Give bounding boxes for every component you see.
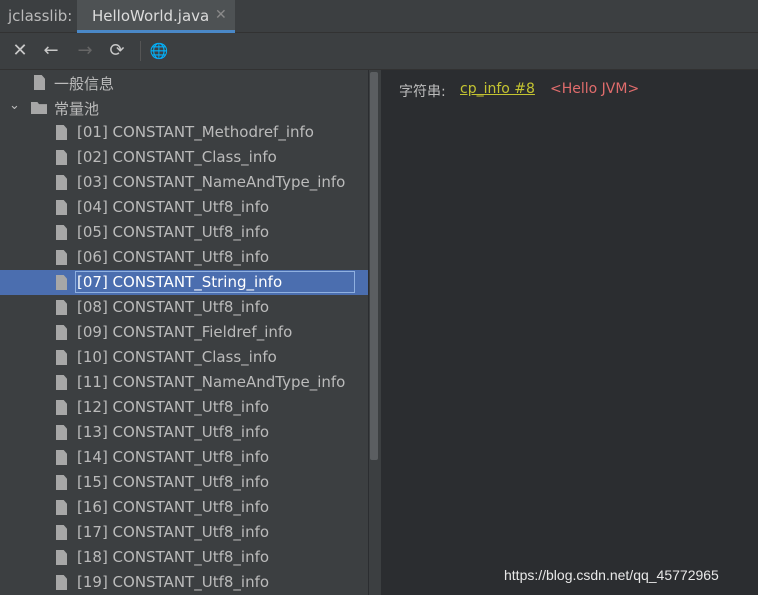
tree-item-constant-pool[interactable]: ⌄ 常量池 xyxy=(0,95,368,120)
tree-item-label: [09] CONSTANT_Fieldref_info xyxy=(77,323,293,341)
tree-item-constant[interactable]: [07] CONSTANT_String_info xyxy=(0,270,368,295)
file-icon xyxy=(56,450,67,465)
tree-item-constant[interactable]: [05] CONSTANT_Utf8_info xyxy=(0,220,368,245)
file-icon xyxy=(34,75,45,90)
tree-item-label: [17] CONSTANT_Utf8_info xyxy=(77,523,270,541)
tree-item-label: [12] CONSTANT_Utf8_info xyxy=(77,398,270,416)
tree-item-constant[interactable]: [17] CONSTANT_Utf8_info xyxy=(0,520,368,545)
detail-pane: 字符串: cp_info #8 <Hello JVM> https://blog… xyxy=(381,70,758,595)
tree-item-label: 常量池 xyxy=(54,100,100,118)
tool-window-title: jclasslib: xyxy=(8,7,73,25)
tree-item-label: 一般信息 xyxy=(54,75,115,93)
tree-item-constant[interactable]: [12] CONSTANT_Utf8_info xyxy=(0,395,368,420)
tree-item-constant[interactable]: [01] CONSTANT_Methodref_info xyxy=(0,120,368,145)
file-icon xyxy=(56,425,67,440)
back-arrow-icon[interactable]: ← xyxy=(40,40,62,62)
cp-info-link[interactable]: cp_info #8 xyxy=(460,81,535,97)
close-tab-icon[interactable]: ✕ xyxy=(215,7,227,23)
string-label: 字符串: xyxy=(399,84,446,100)
toolbar-separator xyxy=(140,41,141,61)
tree-item-general-info[interactable]: 一般信息 xyxy=(0,70,368,95)
watermark: https://blog.csdn.net/qq_45772965 xyxy=(504,567,719,583)
file-icon xyxy=(56,275,67,290)
file-icon xyxy=(56,500,67,515)
tree-item-label: [03] CONSTANT_NameAndType_info xyxy=(77,173,346,191)
file-icon xyxy=(56,525,67,540)
tree-item-constant[interactable]: [02] CONSTANT_Class_info xyxy=(0,145,368,170)
tree-item-constant[interactable]: [09] CONSTANT_Fieldref_info xyxy=(0,320,368,345)
file-icon xyxy=(56,400,67,415)
tree-item-label: [11] CONSTANT_NameAndType_info xyxy=(77,373,346,391)
toolbar: ✕ ← → ⟳ 🌐 xyxy=(0,33,758,70)
scrollbar-thumb[interactable] xyxy=(370,72,378,460)
tree-item-constant[interactable]: [10] CONSTANT_Class_info xyxy=(0,345,368,370)
tree-item-label: [10] CONSTANT_Class_info xyxy=(77,348,277,366)
browser-globe-icon[interactable]: 🌐 xyxy=(148,40,170,62)
tree-scrollbar[interactable] xyxy=(369,70,381,595)
tree-item-constant[interactable]: [14] CONSTANT_Utf8_info xyxy=(0,445,368,470)
tab-bar: jclasslib: HelloWorld.java ✕ xyxy=(0,0,758,33)
tree-item-constant[interactable]: [08] CONSTANT_Utf8_info xyxy=(0,295,368,320)
tree-item-constant[interactable]: [13] CONSTANT_Utf8_info xyxy=(0,420,368,445)
tree-item-label: [19] CONSTANT_Utf8_info xyxy=(77,573,270,591)
file-icon xyxy=(56,175,67,190)
file-icon xyxy=(56,200,67,215)
file-icon xyxy=(56,225,67,240)
tree-item-label: [08] CONSTANT_Utf8_info xyxy=(77,298,270,316)
file-icon xyxy=(56,250,67,265)
tree-item-label: [18] CONSTANT_Utf8_info xyxy=(77,548,270,566)
tab-helloworld[interactable]: HelloWorld.java ✕ xyxy=(77,0,235,33)
folder-icon xyxy=(31,102,47,114)
tree-item-constant[interactable]: [04] CONSTANT_Utf8_info xyxy=(0,195,368,220)
file-icon xyxy=(56,550,67,565)
file-icon xyxy=(56,350,67,365)
file-icon xyxy=(56,475,67,490)
tree-item-constant[interactable]: [03] CONSTANT_NameAndType_info xyxy=(0,170,368,195)
tree-item-label: [04] CONSTANT_Utf8_info xyxy=(77,198,270,216)
tree-item-constant[interactable]: [16] CONSTANT_Utf8_info xyxy=(0,495,368,520)
tree-item-label: [14] CONSTANT_Utf8_info xyxy=(77,448,270,466)
tree-item-label: [13] CONSTANT_Utf8_info xyxy=(77,423,270,441)
file-icon xyxy=(56,125,67,140)
tree-item-label: [05] CONSTANT_Utf8_info xyxy=(77,223,270,241)
close-icon[interactable]: ✕ xyxy=(9,40,31,62)
refresh-icon[interactable]: ⟳ xyxy=(106,40,128,62)
tree-item-label: [01] CONSTANT_Methodref_info xyxy=(77,123,314,141)
file-icon xyxy=(56,375,67,390)
tree-item-constant[interactable]: [19] CONSTANT_Utf8_info xyxy=(0,570,368,595)
tree-item-constant[interactable]: [15] CONSTANT_Utf8_info xyxy=(0,470,368,495)
tree-item-label: [07] CONSTANT_String_info xyxy=(77,273,283,291)
class-structure-tree[interactable]: 一般信息 ⌄ 常量池 [01] CONSTANT_Methodref_info [… xyxy=(0,70,368,595)
tab-label: HelloWorld.java xyxy=(92,7,210,25)
file-icon xyxy=(56,150,67,165)
tree-item-constant[interactable]: [11] CONSTANT_NameAndType_info xyxy=(0,370,368,395)
file-icon xyxy=(56,300,67,315)
tree-item-label: [15] CONSTANT_Utf8_info xyxy=(77,473,270,491)
chevron-down-icon[interactable]: ⌄ xyxy=(9,98,20,113)
tree-item-label: [02] CONSTANT_Class_info xyxy=(77,148,277,166)
file-icon xyxy=(56,325,67,340)
string-value: <Hello JVM> xyxy=(550,81,640,97)
tree-item-constant[interactable]: [06] CONSTANT_Utf8_info xyxy=(0,245,368,270)
tree-item-label: [16] CONSTANT_Utf8_info xyxy=(77,498,270,516)
forward-arrow-icon[interactable]: → xyxy=(74,40,96,62)
tree-item-constant[interactable]: [18] CONSTANT_Utf8_info xyxy=(0,545,368,570)
file-icon xyxy=(56,575,67,590)
tree-item-label: [06] CONSTANT_Utf8_info xyxy=(77,248,270,266)
